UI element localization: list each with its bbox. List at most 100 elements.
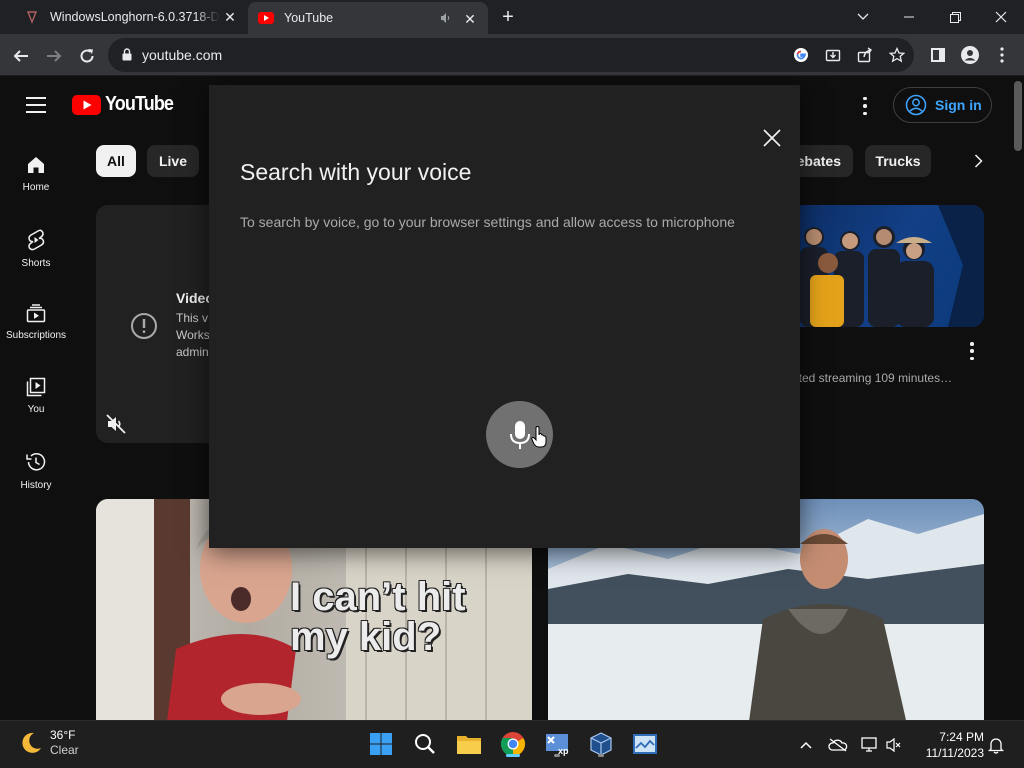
tab-youtube[interactable]: YouTube ✕	[248, 2, 488, 34]
youtube-wordmark: YouTube	[105, 93, 174, 115]
shorts-icon	[0, 229, 72, 251]
close-icon[interactable]	[761, 127, 783, 149]
guide-menu-icon[interactable]	[26, 97, 46, 113]
taskbar: 36°F Clear xp 7:24 PM 11/11/2023	[0, 720, 1024, 768]
onedrive-icon[interactable]	[828, 735, 848, 755]
virtualbox-icon	[590, 732, 612, 756]
tab-favicon-icon	[24, 9, 40, 25]
home-icon	[0, 155, 72, 175]
running-indicator	[598, 754, 604, 757]
clock-time: 7:24 PM	[939, 730, 984, 744]
browser-tab-strip: WindowsLonghorn-6.0.3718-Dev ✕ YouTube ✕…	[0, 0, 1024, 34]
chevron-right-icon[interactable]	[968, 151, 988, 171]
sidebar-item-history[interactable]: History	[0, 451, 72, 491]
file-explorer-button[interactable]	[454, 729, 484, 759]
folder-icon	[457, 736, 481, 754]
minimize-button[interactable]	[886, 0, 932, 34]
youtube-logo[interactable]: YouTube	[72, 93, 181, 116]
restore-button[interactable]	[932, 0, 978, 34]
bookmark-star-icon[interactable]	[888, 46, 906, 64]
active-indicator	[506, 754, 520, 757]
live-card-meta: arted streaming 109 minutes…	[788, 371, 953, 385]
tab-windows-longhorn[interactable]: WindowsLonghorn-6.0.3718-Dev ✕	[8, 0, 248, 34]
alert-circle-icon	[130, 312, 158, 345]
page-scrollbar[interactable]	[1014, 81, 1022, 151]
close-window-button[interactable]	[978, 0, 1024, 34]
sidebar-item-label: You	[27, 404, 45, 415]
reload-button[interactable]	[73, 42, 101, 70]
sidebar-item-label: Shorts	[21, 258, 51, 269]
new-tab-button[interactable]: +	[497, 7, 519, 29]
dialog-title: Search with your voice	[240, 159, 472, 185]
account-circle-icon	[905, 94, 927, 116]
youtube-play-icon	[72, 94, 101, 115]
unavailable-line: Works	[176, 328, 210, 342]
chip-live[interactable]: Live	[147, 145, 199, 177]
unavailable-line: This v	[176, 311, 209, 325]
tab-title: YouTube	[284, 11, 334, 25]
weather-widget[interactable]: 36°F Clear	[18, 728, 79, 758]
url-text: youtube.com	[142, 47, 223, 63]
task-manager-button[interactable]	[630, 729, 660, 759]
hand-cursor-icon	[531, 425, 547, 453]
mute-icon[interactable]	[106, 414, 126, 439]
sidebar-item-shorts[interactable]: Shorts	[0, 229, 72, 269]
history-icon	[0, 451, 72, 473]
tab-close-icon[interactable]: ✕	[462, 11, 478, 27]
search-icon	[415, 734, 435, 754]
sidebar-item-home[interactable]: Home	[0, 155, 72, 193]
band-photo-image	[800, 205, 984, 327]
chip-trucks[interactable]: Trucks	[865, 145, 931, 177]
chip-all[interactable]: All	[96, 145, 136, 177]
weather-temperature: 36°F	[50, 728, 76, 742]
sidebar-item-label: Subscriptions	[5, 330, 67, 341]
youtube-page: YouTube Sign in Home Shorts Subscription…	[0, 77, 1024, 720]
browser-toolbar: youtube.com	[0, 34, 1024, 76]
tab-title: WindowsLonghorn-6.0.3718-Dev	[50, 10, 220, 24]
browser-menu-icon[interactable]	[992, 45, 1012, 65]
sign-in-button[interactable]: Sign in	[893, 87, 992, 123]
microphone-icon	[509, 420, 530, 449]
task-manager-icon	[633, 734, 657, 754]
lock-icon[interactable]	[122, 48, 132, 66]
clock-date: 11/11/2023	[925, 746, 984, 760]
video-more-icon[interactable]	[965, 342, 979, 360]
share-icon[interactable]	[856, 46, 874, 64]
dialog-message: To search by voice, go to your browser s…	[240, 214, 735, 230]
sign-in-label: Sign in	[935, 97, 982, 113]
weather-condition: Clear	[50, 743, 79, 757]
show-hidden-icons-chevron-icon[interactable]	[796, 735, 816, 755]
windows-logo-icon	[370, 733, 392, 755]
clock[interactable]: 7:24 PM 11/11/2023	[920, 729, 984, 761]
tab-audio-icon[interactable]	[440, 12, 452, 27]
side-panel-icon[interactable]	[928, 45, 948, 65]
unavailable-line: admin	[176, 345, 209, 359]
sidebar-item-subscriptions[interactable]: Subscriptions	[0, 303, 72, 341]
tab-close-icon[interactable]: ✕	[222, 9, 238, 25]
profile-icon[interactable]	[960, 45, 980, 65]
youtube-favicon-icon	[258, 10, 274, 26]
thumbnail-caption: I can’t hit my kid?	[290, 575, 466, 659]
chrome-taskbar-button[interactable]	[498, 729, 528, 759]
back-button[interactable]	[7, 42, 35, 70]
sidebar-item-you[interactable]: You	[0, 377, 72, 415]
install-app-icon[interactable]	[824, 46, 842, 64]
start-button[interactable]	[366, 729, 396, 759]
subscriptions-icon	[0, 303, 72, 323]
sidebar-item-label: Home	[22, 182, 50, 193]
xp-mode-button[interactable]: xp	[542, 729, 572, 759]
volume-muted-icon[interactable]	[884, 735, 904, 755]
google-lens-icon[interactable]	[792, 46, 810, 64]
you-icon	[0, 377, 72, 397]
voice-search-dialog: Search with your voice To search by voic…	[209, 85, 800, 548]
search-button[interactable]	[410, 729, 440, 759]
live-video-thumbnail[interactable]	[788, 205, 984, 327]
sidebar-item-label: History	[20, 480, 52, 491]
notification-bell-icon[interactable]	[986, 735, 1006, 755]
address-bar[interactable]: youtube.com	[108, 38, 914, 72]
network-icon[interactable]	[860, 735, 880, 755]
settings-more-icon[interactable]	[858, 95, 872, 117]
forward-button[interactable]	[40, 42, 68, 70]
virtualbox-button[interactable]	[586, 729, 616, 759]
tab-search-chevron-icon[interactable]	[840, 0, 886, 34]
